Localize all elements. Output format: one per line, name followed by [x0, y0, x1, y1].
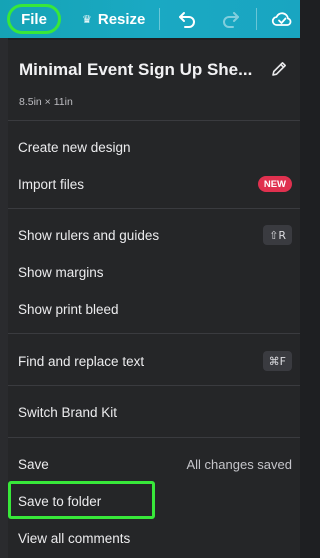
menu-divider: [8, 120, 300, 121]
menu-divider: [8, 333, 300, 334]
menu-item-label: Show print bleed: [18, 301, 119, 317]
menu-item-show-print-bleed[interactable]: Show print bleed: [8, 292, 300, 326]
top-toolbar: File ♛ Resize: [0, 0, 300, 38]
menu-item-show-margins[interactable]: Show margins: [8, 255, 300, 289]
menu-item-label: Import files: [18, 176, 85, 192]
file-menu-button[interactable]: File: [7, 4, 61, 34]
file-menu-panel: Minimal Event Sign Up She... 8.5in × 11i…: [8, 40, 300, 558]
menu-divider: [8, 437, 300, 438]
resize-label: Resize: [97, 10, 146, 28]
undo-icon[interactable]: [175, 7, 199, 31]
redo-icon[interactable]: [219, 7, 243, 31]
crown-icon: ♛: [82, 13, 92, 26]
keyboard-shortcut: ⌘F: [262, 351, 292, 371]
save-status: All changes saved: [186, 456, 292, 472]
toolbar-divider: [159, 8, 160, 30]
menu-item-label: View all comments: [18, 530, 131, 546]
keyboard-shortcut: ⇧R: [263, 225, 292, 245]
new-badge: NEW: [257, 176, 292, 192]
menu-item-label: Show margins: [18, 264, 104, 280]
menu-item-label: Show rulers and guides: [18, 227, 160, 243]
menu-item-label: Find and replace text: [18, 353, 145, 369]
menu-item-import-files[interactable]: Import files NEW: [8, 167, 300, 201]
menu-item-label: Create new design: [18, 139, 131, 155]
document-size: 8.5in × 11in: [19, 96, 73, 108]
pencil-icon[interactable]: [268, 58, 290, 80]
menu-item-show-rulers-and-guides[interactable]: Show rulers and guides ⇧R: [8, 218, 300, 252]
canvas-edge: [0, 38, 8, 558]
menu-item-create-new-design[interactable]: Create new design: [8, 130, 300, 164]
menu-divider: [8, 208, 300, 209]
menu-item-view-all-comments[interactable]: View all comments: [8, 521, 300, 555]
cloud-saved-icon[interactable]: [270, 7, 294, 31]
save-to-folder-highlight: [8, 481, 155, 519]
menu-header: Minimal Event Sign Up She... 8.5in × 11i…: [8, 40, 300, 118]
menu-item-switch-brand-kit[interactable]: Switch Brand Kit: [8, 395, 300, 429]
menu-item-label: Switch Brand Kit: [18, 404, 118, 420]
file-menu-label: File: [21, 10, 47, 28]
resize-button[interactable]: ♛ Resize: [82, 8, 145, 30]
document-title[interactable]: Minimal Event Sign Up She...: [19, 60, 259, 80]
menu-item-save[interactable]: Save All changes saved: [8, 447, 300, 481]
toolbar-divider: [256, 8, 257, 30]
menu-item-find-and-replace-text[interactable]: Find and replace text ⌘F: [8, 344, 300, 378]
menu-divider: [8, 385, 300, 386]
menu-item-label: Save: [18, 456, 49, 472]
